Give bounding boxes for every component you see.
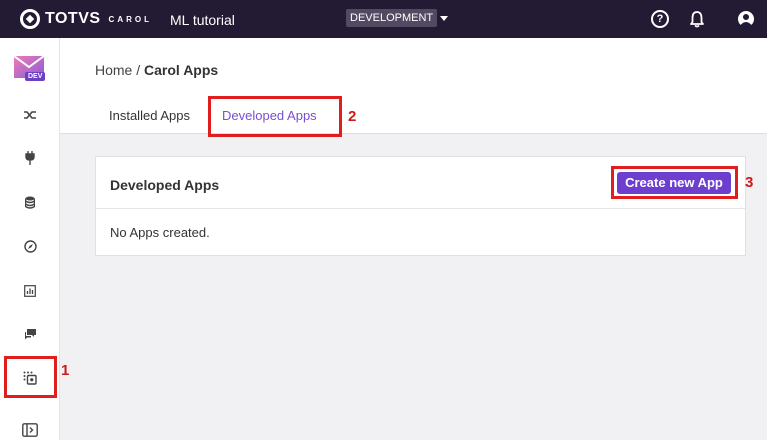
sidebar-item-shuffle[interactable]: [18, 103, 42, 127]
sidebar-item-database[interactable]: [18, 190, 42, 214]
annotation-number-2: 2: [348, 108, 357, 125]
breadcrumb: Home / Carol Apps: [95, 62, 218, 78]
compass-icon: [23, 239, 37, 253]
carol-app-logo[interactable]: DEV: [13, 52, 46, 84]
sidebar-item-expand[interactable]: [18, 418, 42, 440]
environment-selector[interactable]: DEVELOPMENT: [346, 9, 449, 27]
annotation-number-1: 1: [61, 362, 70, 379]
annotation-box-2: [208, 96, 342, 137]
sidebar-item-connectors[interactable]: [18, 146, 42, 170]
top-bar: TOTVS CAROL ML tutorial DEVELOPMENT ?: [0, 0, 767, 38]
annotation-number-3: 3: [745, 174, 754, 191]
help-icon[interactable]: ?: [651, 10, 669, 28]
empty-state-message: No Apps created.: [110, 225, 210, 240]
environment-label: DEVELOPMENT: [346, 9, 438, 27]
brand-subname: CAROL: [108, 14, 152, 24]
sidebar-item-chat[interactable]: [18, 322, 42, 346]
breadcrumb-separator: /: [136, 62, 141, 78]
sidebar-item-analytics[interactable]: [18, 279, 42, 303]
user-icon[interactable]: [737, 10, 755, 28]
tab-installed-apps[interactable]: Installed Apps: [109, 108, 190, 123]
shuffle-icon: [24, 111, 36, 119]
database-icon: [25, 196, 35, 209]
plug-icon: [25, 151, 35, 165]
annotation-box-3: [611, 166, 738, 199]
chevron-down-icon: [440, 15, 449, 21]
dev-badge: DEV: [25, 72, 46, 81]
chat-icon: [24, 329, 36, 340]
annotation-box-1: [4, 356, 57, 398]
sidebar-item-explore[interactable]: [18, 234, 42, 258]
totvs-carol-logo[interactable]: TOTVS CAROL: [20, 9, 152, 29]
expand-icon: [22, 423, 38, 437]
breadcrumb-current: Carol Apps: [144, 62, 219, 78]
breadcrumb-home[interactable]: Home: [95, 62, 132, 78]
brand-name: TOTVS: [45, 10, 101, 27]
page-header: Home / Carol Apps Installed Apps Develop…: [60, 38, 767, 134]
bell-icon[interactable]: [688, 10, 706, 28]
tenant-name[interactable]: ML tutorial: [170, 12, 235, 28]
card-title: Developed Apps: [110, 177, 220, 193]
chart-icon: [24, 285, 36, 297]
totvs-logo-icon: [20, 9, 40, 29]
